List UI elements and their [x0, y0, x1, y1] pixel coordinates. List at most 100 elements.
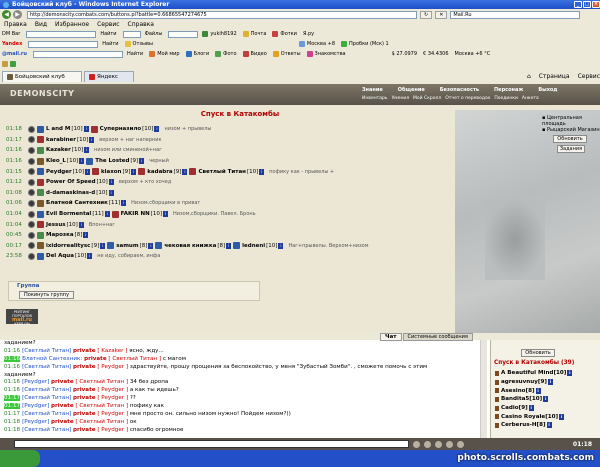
yandex-find-button[interactable]: Найти: [102, 41, 118, 47]
skull-icon[interactable]: [28, 125, 35, 133]
player-info-icon[interactable]: i: [547, 379, 553, 386]
player-name[interactable]: Power Of Speed: [46, 179, 96, 185]
leave-group-button[interactable]: Покинуть группу: [19, 291, 75, 299]
player-info-icon[interactable]: i: [162, 211, 168, 218]
player-name[interactable]: FAKIR NN: [121, 211, 150, 217]
player-info-icon[interactable]: i: [543, 396, 549, 403]
chat-recipient[interactable]: [ Peydger ]: [97, 427, 128, 433]
player-info-icon[interactable]: i: [83, 232, 89, 239]
menu-security[interactable]: Безопасность: [440, 87, 479, 93]
reviews-item[interactable]: Отзывы: [124, 41, 153, 47]
photo-item[interactable]: Фото: [215, 51, 237, 57]
search-input[interactable]: Mail.Ru: [450, 10, 581, 19]
player-name[interactable]: Блатной Сантехник: [46, 200, 108, 206]
dating-item[interactable]: Знакомства: [306, 51, 346, 57]
photos-item[interactable]: Фотки: [272, 31, 297, 37]
chat-nick[interactable]: [Светлый Титан]: [22, 395, 71, 401]
player-info-icon[interactable]: i: [182, 168, 188, 175]
player-info-icon[interactable]: i: [84, 168, 90, 175]
skull-icon[interactable]: [28, 231, 35, 239]
player-name[interactable]: Kleo_L: [46, 158, 66, 164]
chat-recipient[interactable]: [ Peydger ]: [97, 411, 128, 417]
menu-knowledge[interactable]: Знание: [362, 87, 383, 93]
chat-input[interactable]: [14, 440, 409, 448]
online-refresh-button[interactable]: Обновить: [521, 349, 555, 357]
location-knight-shop[interactable]: ▪ Рыцарский Магазин: [542, 127, 600, 133]
chat-nick[interactable]: [Светлый Титан]: [22, 411, 71, 417]
player-info-icon[interactable]: i: [108, 189, 114, 196]
player-name[interactable]: L and M: [46, 126, 70, 132]
chat-nick[interactable]: [Peydger]: [22, 379, 49, 385]
player-name[interactable]: d-damaskinas-d: [46, 190, 95, 196]
blogs-item[interactable]: Блоги: [185, 51, 209, 57]
chat-nick[interactable]: [Светлый Титан]: [22, 387, 71, 393]
location-image[interactable]: [455, 110, 600, 333]
mailru-find-button[interactable]: Найти: [127, 51, 143, 57]
chat-time[interactable]: 01:16: [4, 348, 20, 354]
refresh-icon[interactable]: ↻: [420, 10, 433, 19]
files-dropdown[interactable]: Файлы: [145, 31, 163, 37]
player-info-icon[interactable]: i: [131, 168, 137, 175]
dmbar-find-button[interactable]: Найти: [100, 31, 116, 37]
submenu-fights[interactable]: Поединки: [494, 96, 518, 101]
player-name[interactable]: samum: [116, 243, 138, 249]
player-name[interactable]: ixidorrealitysc: [46, 243, 90, 249]
player-name[interactable]: Светлый Титан: [198, 169, 246, 175]
player-info-icon[interactable]: i: [83, 126, 89, 133]
player-info-icon[interactable]: i: [278, 242, 284, 249]
player-info-icon[interactable]: i: [559, 413, 565, 420]
chat-time[interactable]: 01:17: [4, 395, 21, 402]
answers-item[interactable]: Ответы: [272, 51, 301, 57]
player-info-icon[interactable]: i: [104, 211, 110, 218]
player-name[interactable]: Peydger: [46, 169, 72, 175]
player-info-icon[interactable]: i: [79, 158, 85, 165]
skull-icon[interactable]: [28, 136, 35, 144]
chat-nick[interactable]: [Peydger]: [22, 419, 49, 425]
menu-view[interactable]: Вид: [35, 21, 47, 28]
player-info-icon[interactable]: i: [148, 242, 154, 249]
player-info-icon[interactable]: i: [121, 200, 127, 207]
close-button[interactable]: ×: [592, 1, 600, 8]
player-name[interactable]: Марозка: [46, 232, 74, 238]
submenu-scroll[interactable]: Мой Скролл: [413, 96, 441, 101]
chat-nick[interactable]: [Светлый Титан]: [22, 427, 71, 433]
traffic-item[interactable]: Пробки (Мск) 1: [341, 41, 389, 47]
chat-recipient[interactable]: [ Peydger ]: [97, 387, 128, 393]
smile-icon[interactable]: [424, 440, 431, 448]
online-user[interactable]: Cerberus-H [8] i: [495, 421, 574, 430]
clear-icon[interactable]: [435, 440, 442, 448]
chat-recipient[interactable]: [ Светлый Титан ]: [75, 379, 128, 385]
dmbar-field[interactable]: [168, 30, 199, 38]
skull-icon[interactable]: [28, 242, 35, 250]
chat-time[interactable]: 01:18: [4, 419, 20, 425]
my-world-item[interactable]: Мой мир: [149, 51, 180, 57]
player-name[interactable]: Jessus: [46, 222, 66, 228]
chat-scrollbar[interactable]: [480, 340, 487, 438]
favorites-star-icon[interactable]: [2, 61, 8, 67]
maximize-button[interactable]: □: [583, 1, 591, 8]
weather-item[interactable]: Москва +8: [298, 41, 335, 47]
player-name[interactable]: Суперназило: [100, 126, 141, 132]
submenu-transfers[interactable]: Отчет о переводах: [445, 96, 490, 101]
online-user[interactable]: agresuvnuy [9] i: [495, 378, 574, 387]
online-user[interactable]: Cadio [9] i: [495, 404, 574, 413]
player-info-icon[interactable]: i: [108, 179, 114, 186]
yandex-search-input[interactable]: [28, 40, 99, 48]
chat-time[interactable]: 01:16: [4, 355, 21, 362]
menu-favorites[interactable]: Избранное: [55, 21, 89, 28]
player-info-icon[interactable]: i: [535, 387, 541, 394]
chat-recipient[interactable]: [ Peydger ]: [97, 364, 128, 370]
chat-time[interactable]: 01:16: [4, 379, 20, 385]
send-icon[interactable]: [413, 440, 420, 448]
filter-icon[interactable]: [457, 440, 464, 448]
tab-yandex[interactable]: Яндекс: [84, 71, 134, 82]
dmbar-combo[interactable]: [122, 30, 141, 38]
chat-time[interactable]: 01:17: [4, 403, 21, 410]
skull-icon[interactable]: [28, 210, 35, 218]
player-name[interactable]: kadabra: [147, 169, 172, 175]
player-info-icon[interactable]: i: [528, 405, 534, 412]
player-name[interactable]: Evil Bormental: [46, 211, 91, 217]
player-info-icon[interactable]: i: [78, 221, 84, 228]
chat-time[interactable]: 01:17: [4, 411, 20, 417]
url-input[interactable]: http://demonscity.combats.com/buttons.pl…: [27, 10, 417, 19]
